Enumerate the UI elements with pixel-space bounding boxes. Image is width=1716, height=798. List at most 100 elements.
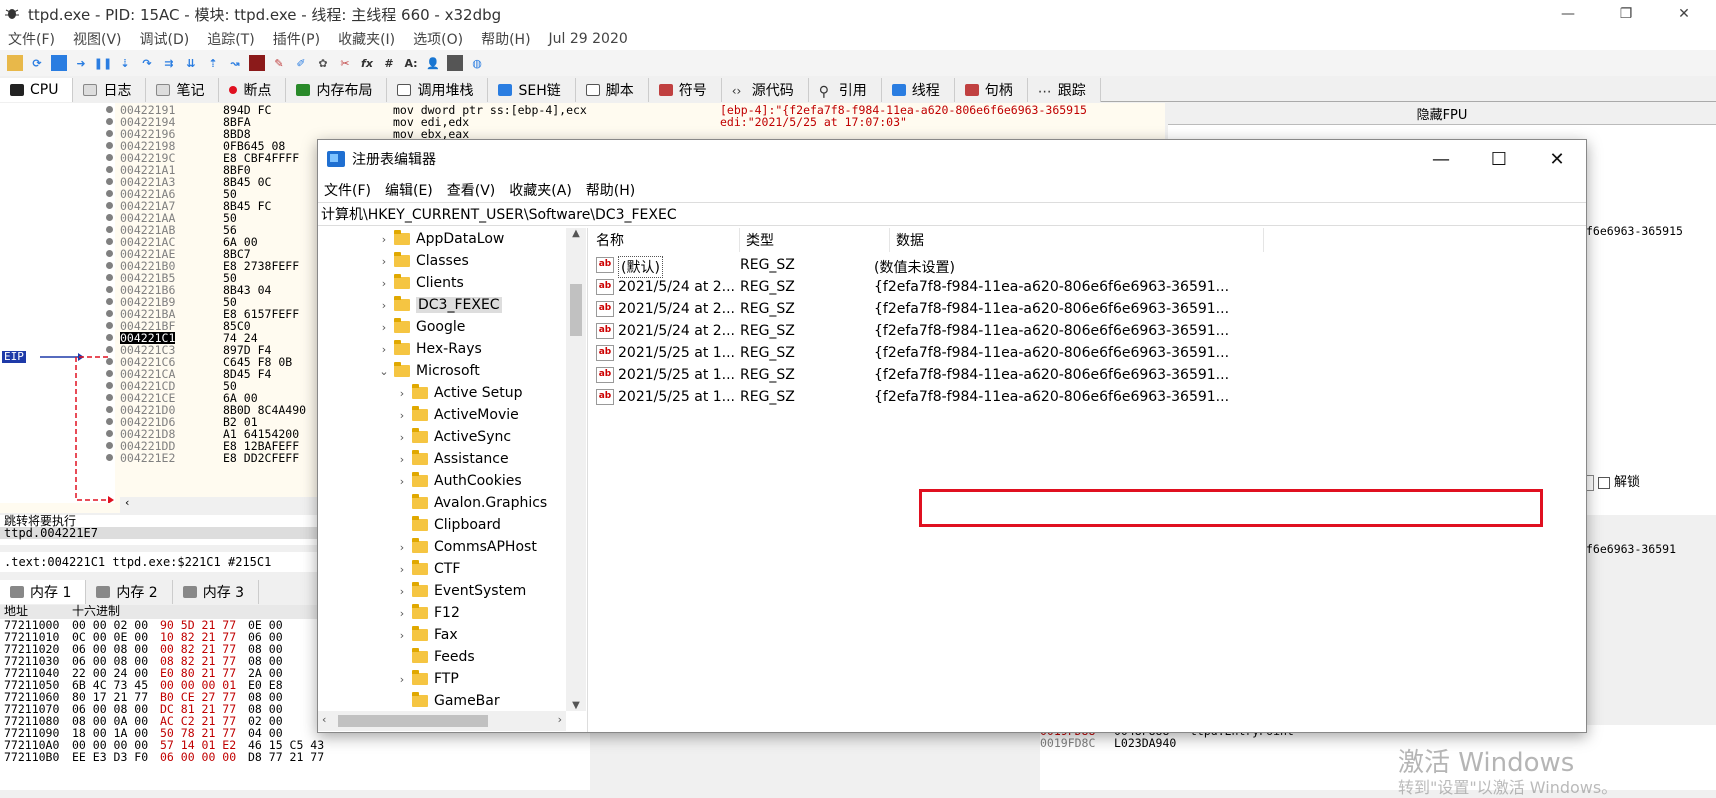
tree-node[interactable]: › Clients [376,272,464,294]
chevron-right-icon[interactable]: › [376,255,392,268]
hash-icon[interactable]: # [381,55,397,71]
value-row[interactable]: ab 2021/5/25 at 1... REG_SZ {f2efa7f8-f984-… [590,364,1290,388]
value-row[interactable]: ab 2021/5/24 at 2... REG_SZ {f2efa7f8-f984-… [590,298,1290,322]
menu-favourites[interactable]: 收藏夹(I) [338,29,395,49]
scroll-thumb[interactable] [570,284,582,336]
breakpoint-dot-icon[interactable] [106,118,113,125]
column-data[interactable]: 数据 [890,228,1264,252]
comment-icon[interactable]: ✐ [293,55,309,71]
tree-node[interactable]: Avalon.Graphics [394,492,547,514]
patch-icon[interactable]: ✎ [271,55,287,71]
breakpoint-dot-icon[interactable] [106,382,113,389]
tree-node[interactable]: › Classes [376,250,469,272]
chevron-right-icon[interactable]: › [394,673,410,686]
regedit-menu-edit[interactable]: 编辑(E) [385,180,433,200]
tree-node[interactable]: › Assistance [394,448,509,470]
breakpoint-dot-icon[interactable] [106,106,113,113]
chevron-right-icon[interactable]: › [394,541,410,554]
tab-log[interactable]: 日志 [73,78,147,102]
tab-trace[interactable]: ⋯ 跟踪 [1027,78,1101,102]
memory-row[interactable]: 772110B0 EE E3 D3 F0 06 00 00 00 D8 77 21 7… [0,751,590,763]
breakpoint-dot-icon[interactable] [106,286,113,293]
menu-file[interactable]: 文件(F) [8,29,55,49]
chevron-right-icon[interactable]: › [394,475,410,488]
tab-call-stack[interactable]: 调用堆栈 [387,78,489,102]
breakpoint-dot-icon[interactable] [106,334,113,341]
calculator-icon[interactable] [447,55,463,71]
stop-icon[interactable] [51,55,67,71]
scroll-right-icon[interactable]: › [558,713,562,726]
chevron-right-icon[interactable]: › [394,585,410,598]
menu-options[interactable]: 选项(O) [413,29,463,49]
breakpoint-dot-icon[interactable] [106,166,113,173]
tree-node[interactable]: › DC3_FEXEC [376,294,502,316]
breakpoint-dot-icon[interactable] [106,322,113,329]
trace-into-icon[interactable]: ⇉ [161,55,177,71]
registry-values-list[interactable]: 名称 类型 数据 ab (默认) REG_SZ (数值未设置) ab 2021/5/24 … [590,228,1586,732]
tree-horizontal-scrollbar[interactable]: ‹ › [318,711,566,731]
execute-till-return-icon[interactable]: ⇡ [205,55,221,71]
step-into-icon[interactable]: ⇣ [117,55,133,71]
value-row[interactable]: ab 2021/5/25 at 1... REG_SZ {f2efa7f8-f984-… [590,386,1290,410]
breakpoint-dot-icon[interactable] [106,358,113,365]
close-icon[interactable]: ✕ [1656,0,1712,28]
menu-help[interactable]: 帮助(H) [481,29,530,49]
chevron-right-icon[interactable]: › [394,387,410,400]
trace-over-icon[interactable]: ⇊ [183,55,199,71]
tree-node[interactable]: › Hex-Rays [376,338,482,360]
breakpoint-dot-icon[interactable] [106,262,113,269]
scroll-down-icon[interactable]: ▼ [566,700,586,711]
menu-view[interactable]: 视图(V) [73,29,122,49]
breakpoint-dot-icon[interactable] [106,394,113,401]
tab-memory-map[interactable]: 内存布局 [286,78,388,102]
chevron-right-icon[interactable]: › [376,343,392,356]
scroll-thumb[interactable] [338,715,488,727]
tree-node[interactable]: GameBar [394,690,500,712]
tab-memory-2[interactable]: 内存 2 [86,580,173,604]
breakpoint-dot-icon[interactable] [106,430,113,437]
strings-icon[interactable]: A: [403,55,419,71]
chevron-down-icon[interactable]: ⌄ [376,365,392,378]
registry-tree[interactable]: › AppDataLow › Classes › Clients › DC3_FEXEC › Go… [318,228,588,732]
restore-icon[interactable]: ❐ [1598,0,1654,28]
step-over-icon[interactable]: ↷ [139,55,155,71]
tab-cpu[interactable]: CPU [0,78,74,102]
breakpoint-dot-icon[interactable] [106,154,113,161]
breakpoint-dot-icon[interactable] [106,190,113,197]
scroll-up-icon[interactable]: ▲ [566,228,586,239]
breakpoint-dot-icon[interactable] [106,310,113,317]
function-icon[interactable]: fx [359,55,375,71]
bookmark-icon[interactable]: ✂ [337,55,353,71]
tab-breakpoints[interactable]: 断点 [219,78,287,102]
tree-vertical-scrollbar[interactable]: ▲ ▼ [566,228,586,711]
tree-node[interactable]: › FTP [394,668,459,690]
regedit-menu-view[interactable]: 查看(V) [447,180,496,200]
tree-node[interactable]: › Google [376,316,465,338]
breakpoint-dot-icon[interactable] [106,298,113,305]
tree-node[interactable]: › ActiveSync [394,426,511,448]
chevron-right-icon[interactable]: › [394,563,410,576]
tab-references[interactable]: ⚲ 引用 [808,78,882,102]
breakpoint-dot-icon[interactable] [106,202,113,209]
chevron-right-icon[interactable]: › [376,299,392,312]
tab-notes[interactable]: 笔记 [146,78,220,102]
breakpoint-dot-icon[interactable] [106,418,113,425]
chevron-right-icon[interactable]: › [394,629,410,642]
breakpoint-dot-icon[interactable] [106,406,113,413]
tab-threads[interactable]: 线程 [881,78,955,102]
tab-memory-3[interactable]: 内存 3 [172,580,260,604]
chevron-right-icon[interactable]: › [394,409,410,422]
tree-node[interactable]: › CTF [394,558,460,580]
chevron-right-icon[interactable]: › [376,277,392,290]
address[interactable]: 004221E2 [120,452,175,464]
user-icon[interactable]: 👤 [425,55,441,71]
minimize-icon[interactable]: — [1540,0,1596,28]
run-icon[interactable]: ➜ [73,55,89,71]
run-to-user-code-icon[interactable]: ↝ [227,55,243,71]
breakpoint-dot-icon[interactable] [106,238,113,245]
breakpoint-dot-icon[interactable] [106,178,113,185]
tree-node[interactable]: ⌄ Microsoft [376,360,480,382]
breakpoint-dot-icon[interactable] [106,250,113,257]
globe-icon[interactable]: ◍ [469,55,485,71]
tab-seh-chain[interactable]: SEH链 [488,78,576,102]
